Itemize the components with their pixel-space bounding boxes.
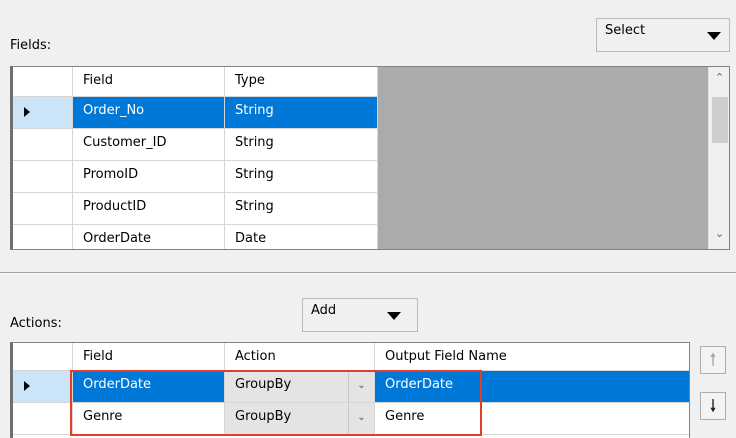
actions-label: Actions:: [10, 316, 62, 331]
dropdown-arrow-icon: [387, 312, 401, 320]
cell-text: Order_No: [83, 103, 145, 118]
grid-empty-area: [378, 67, 708, 249]
table-cell-field[interactable]: ProductID: [73, 193, 225, 225]
panel-splitter[interactable]: [0, 272, 736, 274]
column-header-label: Type: [235, 73, 265, 88]
cell-text: PromoID: [83, 167, 139, 182]
cell-text: String: [235, 199, 274, 214]
cell-text: Customer_ID: [83, 135, 167, 150]
cell-text: OrderDate: [83, 231, 152, 246]
column-header-output-field-name[interactable]: Output Field Name: [375, 343, 689, 371]
dropdown-arrow-icon: [707, 32, 721, 40]
fields-label: Fields:: [10, 38, 52, 53]
column-header-field[interactable]: Field: [73, 67, 225, 97]
current-row-icon: [24, 107, 30, 117]
cell-text: String: [235, 135, 274, 150]
table-cell-field[interactable]: Customer_ID: [73, 129, 225, 161]
row-header[interactable]: [13, 97, 73, 129]
grid-corner: [13, 343, 73, 371]
arrow-up-icon: 🠑: [710, 350, 716, 369]
fields-grid[interactable]: Field Type Order_No String Customer_ID S…: [10, 66, 730, 250]
row-header[interactable]: [13, 371, 73, 403]
grid-corner: [13, 67, 73, 97]
table-cell-type[interactable]: String: [225, 161, 378, 193]
row-header[interactable]: [13, 161, 73, 193]
cell-text: ProductID: [83, 199, 147, 214]
column-header-action[interactable]: Action: [225, 343, 375, 371]
table-cell-type[interactable]: String: [225, 193, 378, 225]
table-cell-type[interactable]: Date: [225, 225, 378, 249]
scrollbar-thumb[interactable]: [712, 97, 728, 143]
cell-text: String: [235, 103, 274, 118]
arrow-down-icon: 🠓: [710, 396, 716, 415]
row-header[interactable]: [13, 403, 73, 435]
column-header-type[interactable]: Type: [225, 67, 378, 97]
move-down-button[interactable]: 🠓: [700, 392, 726, 420]
row-header[interactable]: [13, 193, 73, 225]
table-cell-field[interactable]: PromoID: [73, 161, 225, 193]
current-row-icon: [24, 381, 30, 391]
select-dropdown-button[interactable]: Select: [596, 18, 730, 52]
highlight-box: [70, 370, 482, 436]
column-header-label: Field: [83, 349, 114, 364]
column-header-label: Field: [83, 73, 114, 88]
vertical-scrollbar[interactable]: ⌃ ⌄: [708, 67, 729, 249]
move-up-button[interactable]: 🠑: [700, 346, 726, 374]
select-button-label: Select: [605, 23, 646, 38]
add-dropdown-button[interactable]: Add: [302, 298, 418, 332]
column-header-field[interactable]: Field: [73, 343, 225, 371]
row-header[interactable]: [13, 129, 73, 161]
table-cell-type[interactable]: String: [225, 97, 378, 129]
table-cell-field[interactable]: OrderDate: [73, 225, 225, 249]
table-cell-type[interactable]: String: [225, 129, 378, 161]
cell-text: String: [235, 167, 274, 182]
cell-text: Date: [235, 231, 267, 246]
column-header-label: Output Field Name: [385, 349, 507, 364]
scroll-down-icon[interactable]: ⌄: [709, 227, 729, 240]
scroll-up-icon[interactable]: ⌃: [709, 71, 729, 84]
row-header[interactable]: [13, 225, 73, 249]
column-header-label: Action: [235, 349, 276, 364]
table-cell-field[interactable]: Order_No: [73, 97, 225, 129]
add-button-label: Add: [311, 303, 337, 318]
